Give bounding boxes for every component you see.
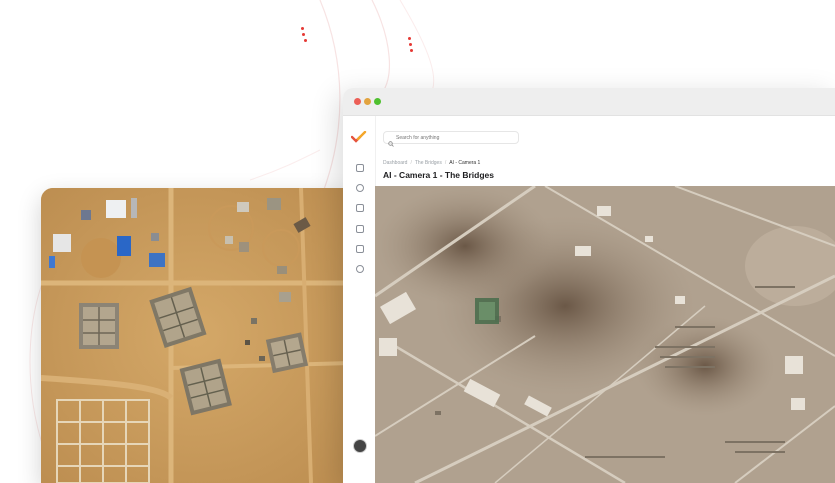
search-icon <box>388 134 394 152</box>
close-window-button[interactable] <box>354 98 361 105</box>
breadcrumb-separator: / <box>444 160 447 166</box>
construction-aerial-photo <box>41 188 351 483</box>
maximize-window-button[interactable] <box>374 98 381 105</box>
breadcrumb-item-dashboard[interactable]: Dashboard <box>383 160 407 166</box>
search-bar[interactable] <box>383 131 519 147</box>
minimize-window-button[interactable] <box>364 98 371 105</box>
search-input[interactable] <box>396 133 514 142</box>
file-icon[interactable] <box>356 204 364 212</box>
chat-icon[interactable] <box>356 265 364 273</box>
grid-icon[interactable] <box>356 225 364 233</box>
satellite-camera-view[interactable] <box>375 186 835 483</box>
puzzle-icon[interactable] <box>356 245 364 253</box>
page-title: AI - Camera 1 - The Bridges <box>383 170 495 180</box>
checkmark-logo-icon[interactable] <box>350 130 367 148</box>
user-icon[interactable] <box>356 184 364 192</box>
chart-icon[interactable] <box>356 164 364 172</box>
breadcrumb-item-the-bridges[interactable]: The Bridges <box>415 160 442 166</box>
breadcrumb: Dashboard / The Bridges / AI - Camera 1 <box>383 160 480 166</box>
breadcrumb-item-current: AI - Camera 1 <box>449 160 481 166</box>
browser-window: Dashboard/The Bridges/AI - Camera 1 AI -… <box>343 88 835 483</box>
browser-titlebar <box>343 88 835 116</box>
breadcrumb-separator: / <box>410 160 412 166</box>
avatar-icon[interactable] <box>353 439 367 453</box>
sidebar <box>343 116 376 483</box>
